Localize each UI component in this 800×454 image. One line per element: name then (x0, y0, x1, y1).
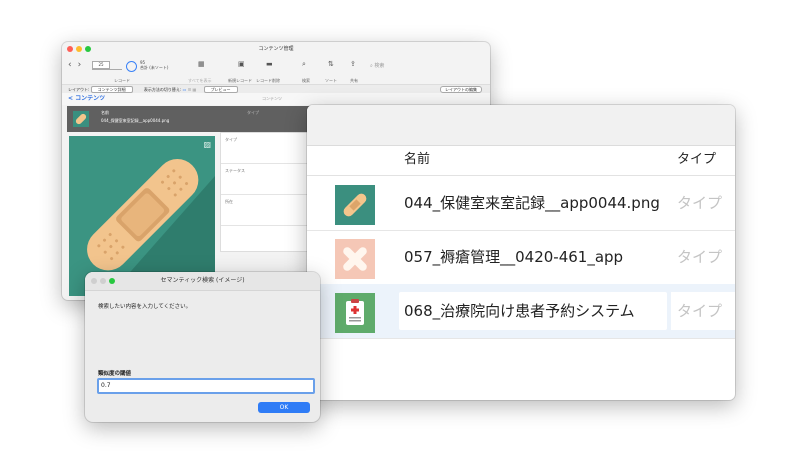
dialog-zoom-button[interactable] (109, 278, 115, 284)
minimize-button[interactable] (76, 46, 82, 52)
main-window-titlebar: コンテンツ管理 (62, 42, 490, 56)
record-count: 95 合計 (未ソート) (140, 60, 169, 70)
find-icon[interactable]: ⌕ (302, 60, 306, 69)
edit-layout-button[interactable]: レイアウトの編集 (440, 86, 482, 93)
record-nav-arrows[interactable]: ‹› (68, 60, 87, 70)
name-label: 名前 (101, 110, 109, 115)
toolbar: ‹› 25 95 合計 (未ソート) レコード ▦ すべてを表示 ▣ 新規レコー… (62, 56, 490, 84)
type-label: タイプ (247, 110, 259, 115)
progress-circle-icon (126, 61, 137, 72)
row-type: タイプ (677, 248, 723, 266)
row-name: 057_褥瘡管理__0420-461_app (404, 248, 624, 266)
threshold-input[interactable] (97, 378, 315, 394)
search-field[interactable]: ⌕ 検索 (370, 62, 384, 69)
content-title: コンテンツ (262, 96, 282, 101)
view-list-icon[interactable]: ☰ (188, 87, 192, 92)
medical-record-thumbnail (335, 293, 375, 333)
field-location[interactable]: 所在 (221, 195, 311, 226)
bandage-thumbnail (335, 185, 375, 225)
row-type: タイプ (677, 302, 723, 320)
table-window-header (307, 105, 735, 146)
show-all-icon[interactable]: ▦ (198, 60, 205, 68)
column-header-type[interactable]: タイプ (677, 145, 716, 175)
window-controls (67, 46, 91, 52)
table-row[interactable]: 057_褥瘡管理__0420-461_app タイプ (307, 230, 735, 285)
table-row-selected[interactable]: 068_治療院向け患者予約システム タイプ (307, 284, 735, 339)
bandage-cross-thumbnail (335, 239, 375, 279)
record-thumbnail (73, 111, 89, 127)
dialog-window-controls (91, 278, 115, 284)
threshold-label: 類似度の閾値 (98, 371, 132, 377)
close-button[interactable] (67, 46, 73, 52)
content-header: < コンテンツ コンテンツ (62, 93, 490, 105)
dialog-close-button[interactable] (91, 278, 97, 284)
view-table-icon[interactable]: ▦ (193, 87, 197, 92)
layout-select[interactable]: コンテンツ詳細 (90, 86, 133, 93)
row-type: タイプ (677, 194, 723, 212)
table-window: 名前 タイプ 044_保健室来室記録__app0044.png タイプ 057_… (307, 105, 735, 400)
view-form-icon[interactable]: ▭ (183, 87, 187, 92)
field-status[interactable]: ステータス (221, 164, 311, 195)
zoom-button[interactable] (85, 46, 91, 52)
semantic-search-dialog: セマンティック検索 (イメージ) 検索したい内容を入力してください。 類似度の閾… (85, 272, 320, 422)
preview-button[interactable]: プレビュー (203, 86, 238, 93)
record-name: 044_保健室来室記録__app0044.png (101, 118, 170, 123)
layout-label: レイアウト: (68, 87, 90, 92)
dialog-minimize-button[interactable] (100, 278, 106, 284)
column-header-name[interactable]: 名前 (404, 145, 430, 175)
table-row[interactable]: 044_保健室来室記録__app0044.png タイプ (307, 176, 735, 231)
back-link[interactable]: < コンテンツ (68, 93, 105, 105)
record-fields: タイプ ステータス 所在 (220, 132, 312, 252)
sort-icon[interactable]: ⇅ (328, 60, 334, 68)
delete-record-icon[interactable]: ▬ (266, 60, 273, 68)
record-number-field[interactable]: 25 (92, 61, 110, 69)
row-name: 044_保健室来室記録__app0044.png (404, 194, 660, 212)
view-switch-label: 表示方法の切り替え: (143, 87, 182, 92)
row-name: 068_治療院向け患者予約システム (404, 302, 635, 320)
record-slider[interactable] (92, 69, 122, 70)
dialog-titlebar: セマンティック検索 (イメージ) (85, 272, 320, 291)
field-type[interactable]: タイプ (221, 133, 311, 164)
dialog-prompt: 検索したい内容を入力してください。 (98, 304, 192, 310)
share-icon[interactable]: ⇪ (350, 60, 356, 68)
window-title: コンテンツ管理 (258, 46, 294, 52)
column-headers: 名前 タイプ (307, 145, 735, 176)
dialog-title: セマンティック検索 (イメージ) (160, 277, 245, 284)
new-record-icon[interactable]: ▣ (238, 60, 245, 68)
ok-button[interactable]: OK (258, 402, 310, 413)
image-icon[interactable]: ▨ (203, 140, 211, 149)
